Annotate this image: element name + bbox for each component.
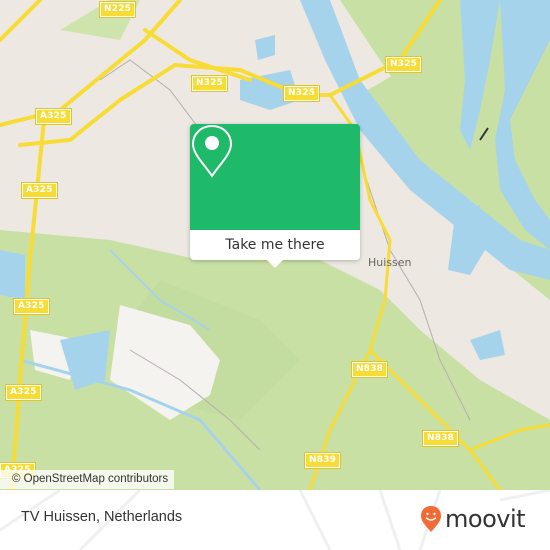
place-label-huissen: Huissen	[368, 256, 412, 269]
road-label-n838: N838	[421, 430, 460, 447]
footer: TV Huissen, Netherlands moovit	[0, 490, 550, 550]
take-me-there-button[interactable]: Take me there	[190, 230, 360, 260]
road-label-n325: N325	[384, 56, 423, 73]
popup-arrow	[266, 259, 284, 268]
road-label-n325: N325	[190, 75, 229, 92]
map-pin-icon	[191, 124, 233, 178]
road-label-a325: A325	[21, 182, 58, 199]
location-popup: Take me there	[190, 124, 360, 268]
road-label-n225: N225	[98, 1, 137, 18]
map[interactable]: N225 N325 N325 N325 A325 A325 A325 A325 …	[0, 0, 550, 490]
moovit-logo-icon	[421, 506, 441, 532]
road-label-n325: N325	[282, 85, 321, 102]
road-label-a325: A325	[35, 108, 72, 125]
road-label-n839: N839	[303, 452, 342, 469]
moovit-wordmark: moovit	[445, 505, 526, 533]
road-label-a325: A325	[13, 298, 50, 315]
moovit-logo[interactable]: moovit	[420, 504, 526, 534]
place-name: TV Huissen, Netherlands	[21, 509, 183, 525]
road-label-a325: A325	[5, 384, 42, 401]
popup-header	[190, 124, 360, 230]
road-label-n838: N838	[350, 361, 389, 378]
map-attribution[interactable]: © OpenStreetMap contributors	[0, 470, 175, 489]
